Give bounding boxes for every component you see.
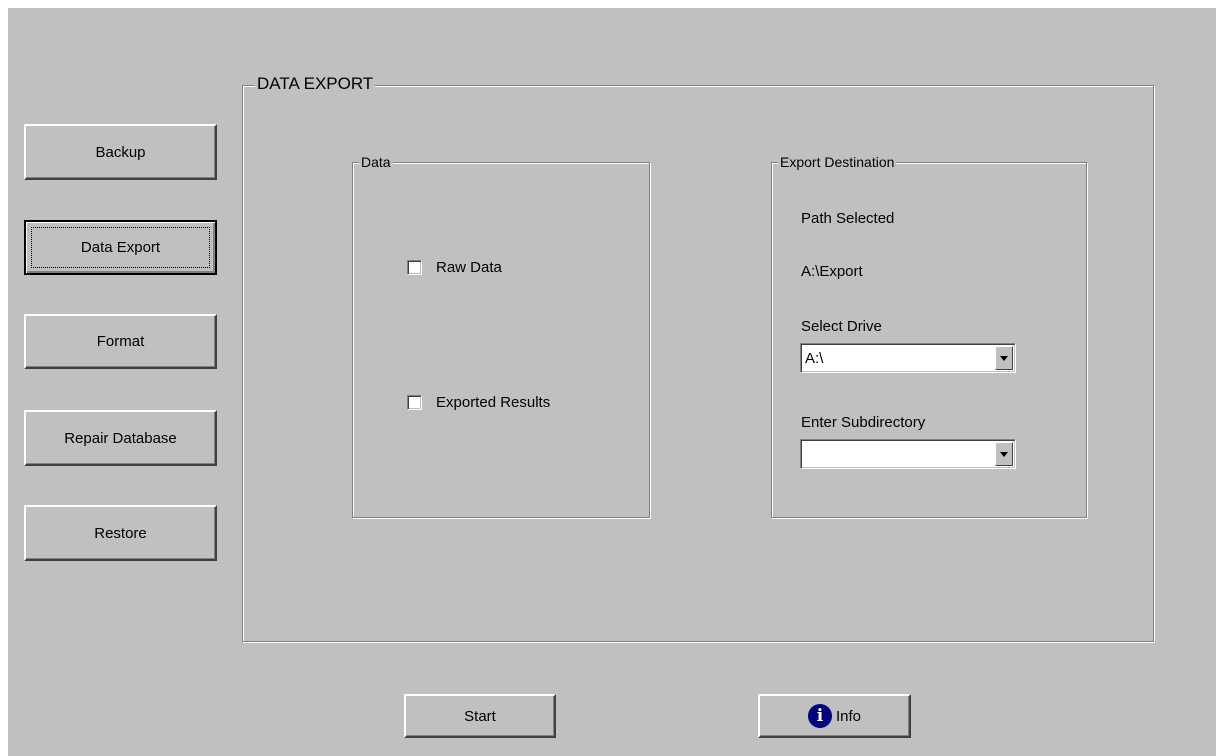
path-selected-label: Path Selected — [801, 210, 895, 227]
subdirectory-select[interactable] — [800, 439, 1016, 469]
info-button-label: Info — [835, 707, 862, 725]
export-destination-title: Export Destination — [778, 153, 897, 171]
dialog-window: Backup Data Export Format Repair Databas… — [8, 8, 1216, 756]
start-button-label: Start — [464, 707, 496, 725]
raw-data-label: Raw Data — [436, 259, 502, 276]
drive-select[interactable]: A:\ — [800, 343, 1016, 373]
export-destination-group: Export Destination Path Selected A:\Expo… — [771, 153, 1087, 518]
data-group-title: Data — [359, 153, 393, 171]
repair-database-button[interactable]: Repair Database — [24, 410, 217, 466]
panel-title: DATA EXPORT — [255, 73, 376, 95]
exported-results-checkbox-row[interactable]: Exported Results — [407, 394, 550, 411]
subdirectory-dropdown-button[interactable] — [995, 442, 1013, 466]
info-button[interactable]: i Info — [758, 694, 911, 738]
info-icon: i — [807, 704, 832, 728]
subdirectory-label: Enter Subdirectory — [801, 414, 926, 431]
chevron-down-icon — [1000, 355, 1008, 361]
data-export-button-label: Data Export — [80, 239, 161, 256]
exported-results-checkbox[interactable] — [407, 395, 422, 410]
format-button-label: Format — [96, 333, 145, 350]
raw-data-checkbox-row[interactable]: Raw Data — [407, 259, 502, 276]
restore-button[interactable]: Restore — [24, 505, 217, 561]
drive-select-value: A:\ — [805, 350, 824, 367]
start-button[interactable]: Start — [404, 694, 556, 738]
backup-button[interactable]: Backup — [24, 124, 217, 180]
chevron-down-icon — [1000, 451, 1008, 457]
backup-button-label: Backup — [95, 143, 146, 161]
raw-data-checkbox[interactable] — [407, 260, 422, 275]
exported-results-label: Exported Results — [436, 394, 551, 411]
format-button[interactable]: Format — [24, 314, 217, 369]
select-drive-label: Select Drive — [801, 318, 882, 335]
path-value: A:\Export — [801, 263, 863, 280]
drive-dropdown-button[interactable] — [995, 346, 1013, 370]
data-export-button[interactable]: Data Export — [24, 220, 217, 275]
repair-database-button-label: Repair Database — [64, 429, 177, 447]
data-group: Data Raw Data Exported Results — [352, 153, 650, 518]
restore-button-label: Restore — [94, 524, 147, 542]
